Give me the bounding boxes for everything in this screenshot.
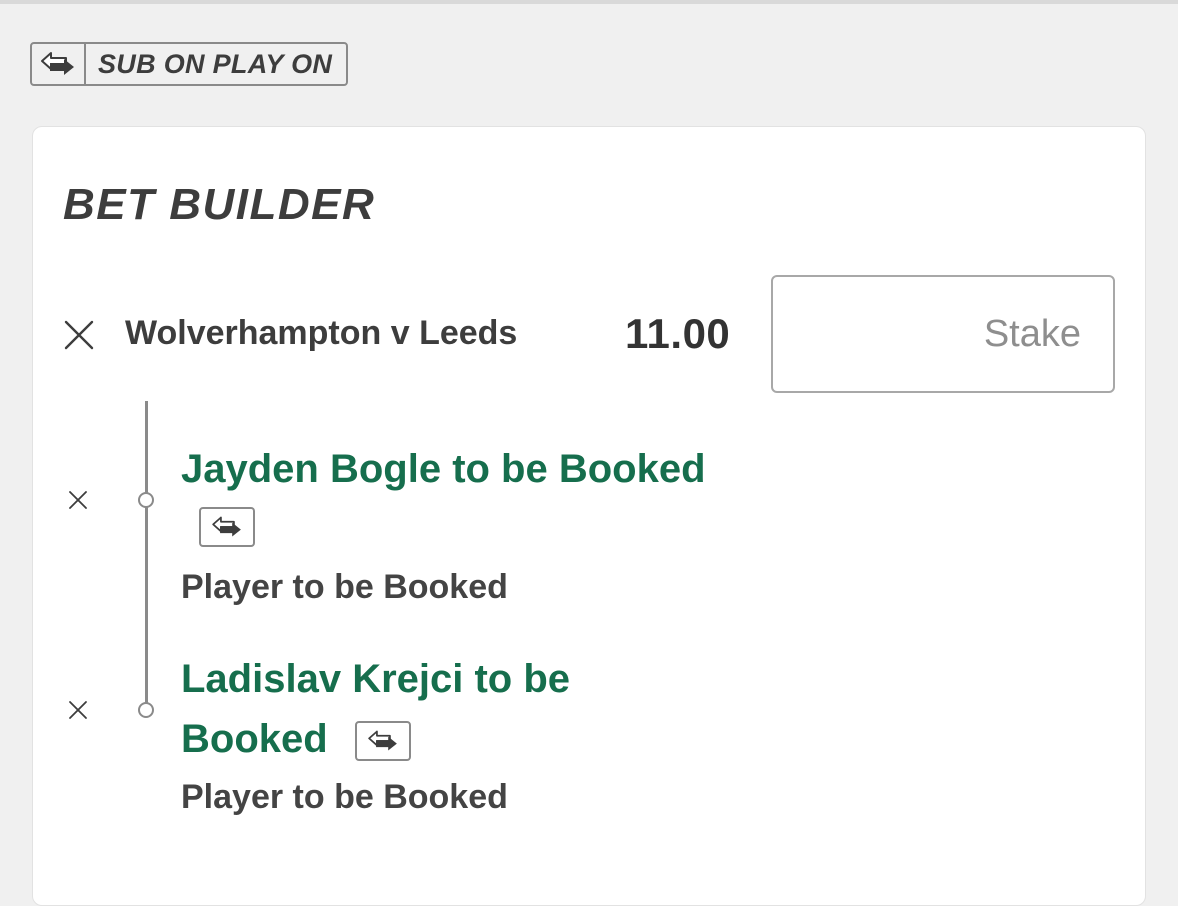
close-icon [64, 320, 94, 350]
leg-market: Player to be Booked [181, 568, 508, 606]
bet-builder-card: BET BUILDER Wolverhampton v Leeds 11.00 … [32, 126, 1146, 906]
leg-selection-text-line1: Ladislav Krejci to be [181, 657, 571, 701]
leg-node [138, 492, 154, 508]
sub-on-play-on-label: SUB ON PLAY ON [98, 48, 333, 79]
leg-selection-text: Jayden Bogle to be Booked [181, 447, 706, 491]
leg-selection[interactable]: Ladislav Krejci to be Booked [181, 649, 570, 769]
close-icon [69, 491, 87, 509]
leg-market: Player to be Booked [181, 778, 508, 816]
sub-on-play-on-badge: SUB ON PLAY ON [30, 42, 349, 86]
leg-node [138, 702, 154, 718]
remove-bet-close-icon[interactable] [61, 317, 97, 353]
odds-value: 11.00 [625, 310, 731, 357]
substitution-arrows-icon [354, 721, 411, 762]
stake-input[interactable] [771, 275, 1115, 393]
bet-builder-title: BET BUILDER [63, 180, 376, 229]
remove-leg-close-icon[interactable] [64, 486, 92, 514]
event-name: Wolverhampton v Leeds [125, 314, 518, 352]
legs-connector-line [145, 401, 148, 713]
leg-selection-text-line2: Booked [181, 717, 328, 761]
substitution-arrows-icon [32, 44, 86, 84]
remove-leg-close-icon[interactable] [64, 696, 92, 724]
top-divider [0, 0, 1178, 4]
leg-selection[interactable]: Jayden Bogle to be Booked [181, 439, 706, 499]
close-icon [69, 701, 87, 719]
substitution-arrows-icon [199, 507, 255, 547]
